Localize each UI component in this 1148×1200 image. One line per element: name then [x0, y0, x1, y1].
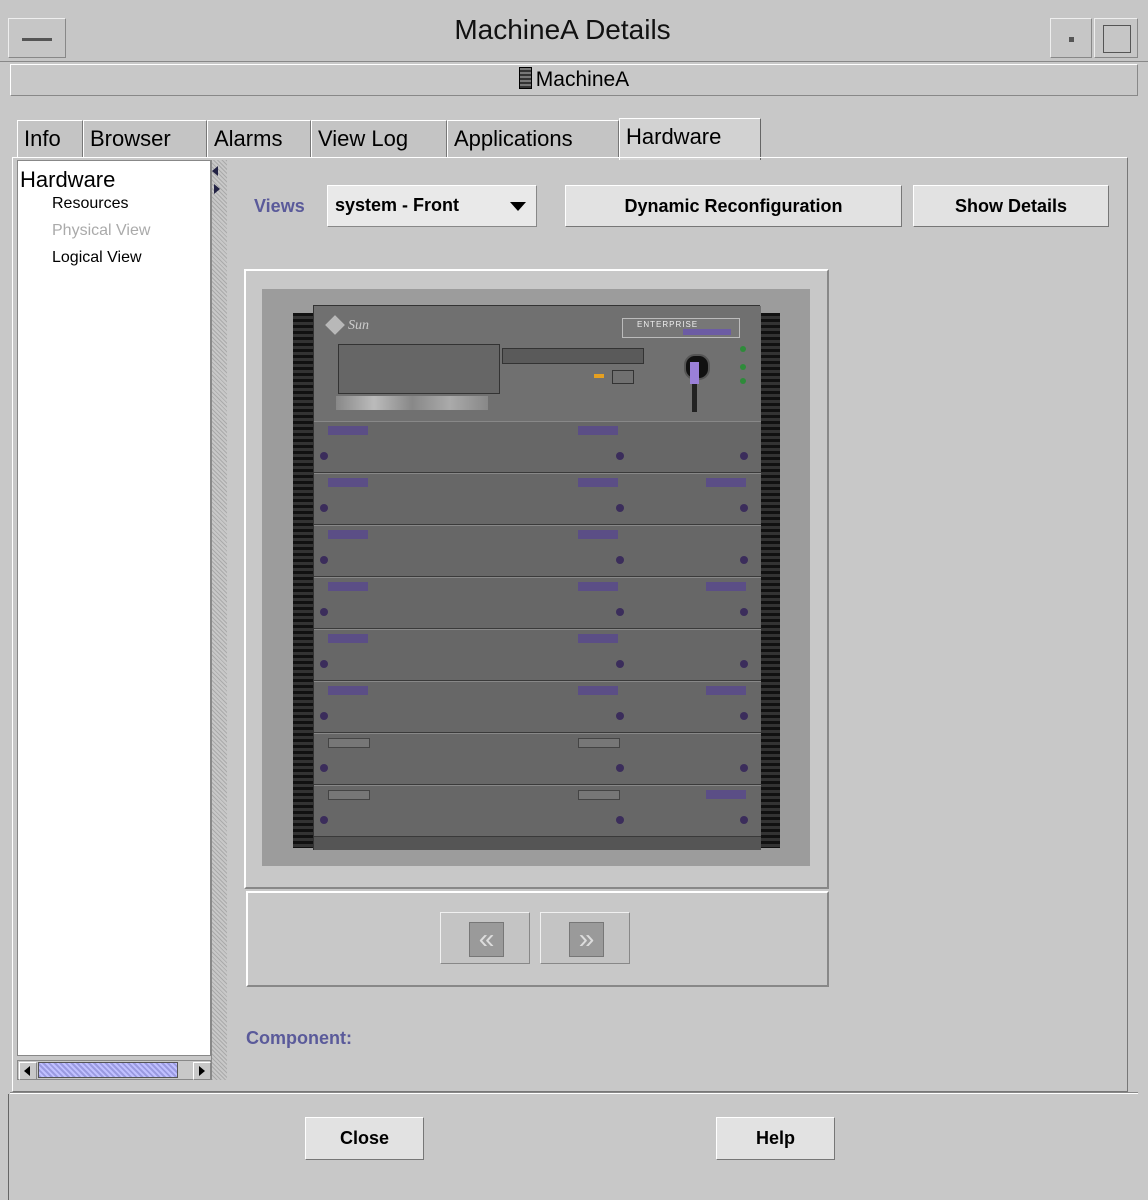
- footer-separator: [10, 1092, 1138, 1094]
- window-menu-button[interactable]: [8, 18, 66, 58]
- arrow-left-icon: [24, 1066, 30, 1076]
- collapse-left-icon[interactable]: [212, 166, 218, 176]
- maximize-button[interactable]: [1094, 18, 1138, 58]
- machine-header: MachineA: [10, 64, 1138, 96]
- cabinet-right-rail: [760, 313, 780, 848]
- tab-hardware[interactable]: Hardware: [619, 118, 761, 160]
- board-slot-left-5[interactable]: [314, 629, 632, 681]
- minimize-button[interactable]: [1050, 18, 1092, 58]
- show-details-button[interactable]: Show Details: [913, 185, 1109, 227]
- key-shaft: [692, 384, 697, 412]
- tree-item-logical-view[interactable]: Logical View: [52, 249, 142, 267]
- scroll-right-button[interactable]: [193, 1062, 211, 1080]
- board-slot-right-2[interactable]: [632, 473, 761, 525]
- dynamic-reconfiguration-button[interactable]: Dynamic Reconfiguration: [565, 185, 902, 227]
- led-green-2: [740, 364, 746, 370]
- cd-drive-slot: [502, 348, 644, 364]
- board-slot-right-7[interactable]: [632, 733, 761, 785]
- maximize-icon: [1103, 25, 1131, 53]
- tree-horizontal-scrollbar[interactable]: [17, 1060, 211, 1080]
- component-label: Component:: [246, 1028, 352, 1048]
- model-number-strip: [683, 329, 731, 335]
- air-intake: [336, 396, 488, 410]
- close-button[interactable]: Close: [305, 1117, 424, 1160]
- chevron-left-icon: «: [469, 922, 504, 957]
- views-dropdown[interactable]: system - Front: [327, 185, 537, 227]
- tab-applications[interactable]: Applications: [447, 120, 619, 158]
- board-slot-right-4[interactable]: [632, 577, 761, 629]
- panel-splitter[interactable]: [211, 160, 227, 1080]
- menu-bar-icon: [22, 38, 52, 41]
- led-green-1: [740, 346, 746, 352]
- sun-brand-text: Sun: [348, 318, 369, 333]
- tree-item-resources[interactable]: Resources: [52, 195, 128, 213]
- help-button[interactable]: Help: [716, 1117, 835, 1160]
- expand-right-icon[interactable]: [214, 184, 220, 194]
- board-slot-right-5[interactable]: [632, 629, 761, 681]
- views-selected-value: system - Front: [335, 195, 460, 215]
- status-led-amber: [594, 374, 604, 378]
- window-left-edge: [8, 1094, 10, 1200]
- views-label: Views: [254, 196, 305, 216]
- tree-root-hardware[interactable]: Hardware: [20, 167, 115, 193]
- drive-bay: [338, 344, 500, 394]
- board-slot-right-8[interactable]: [632, 785, 761, 837]
- server-cabinet-front[interactable]: Sun ENTERPRISE: [313, 305, 761, 850]
- server-icon: [518, 67, 532, 89]
- tab-view-log[interactable]: View Log: [311, 120, 447, 158]
- led-green-3: [740, 378, 746, 384]
- board-slot-left-7[interactable]: [314, 733, 632, 785]
- key-icon: [690, 362, 699, 384]
- board-slot-right-6[interactable]: [632, 681, 761, 733]
- image-navigation-panel: [246, 891, 829, 987]
- tab-alarms[interactable]: Alarms: [207, 120, 311, 158]
- board-slot-left-1[interactable]: [314, 421, 632, 473]
- board-slot-left-4[interactable]: [314, 577, 632, 629]
- window-title: MachineA Details: [454, 14, 671, 45]
- enterprise-badge: ENTERPRISE: [622, 318, 740, 338]
- chevron-right-icon: »: [569, 922, 604, 957]
- tab-info[interactable]: Info: [17, 120, 83, 158]
- tab-browser[interactable]: Browser: [83, 120, 207, 158]
- board-slot-left-8[interactable]: [314, 785, 632, 837]
- cabinet-left-rail: [293, 313, 313, 848]
- machine-name: MachineA: [535, 68, 630, 91]
- tree-item-physical-view: Physical View: [52, 222, 151, 239]
- board-slot-left-2[interactable]: [314, 473, 632, 525]
- arrow-right-icon: [199, 1066, 205, 1076]
- board-slot-left-3[interactable]: [314, 525, 632, 577]
- next-view-button[interactable]: »: [540, 912, 630, 964]
- hardware-tree: Hardware Resources Physical View Logical…: [17, 160, 211, 1056]
- previous-view-button[interactable]: «: [440, 912, 530, 964]
- board-slot-left-6[interactable]: [314, 681, 632, 733]
- enterprise-badge-text: ENTERPRISE: [637, 320, 699, 329]
- board-slot-right-3[interactable]: [632, 525, 761, 577]
- eject-button: [612, 370, 634, 384]
- dropdown-caret-icon: [510, 202, 526, 211]
- scroll-left-button[interactable]: [19, 1062, 37, 1080]
- minimize-icon: [1069, 37, 1074, 42]
- board-slot-right-1[interactable]: [632, 421, 761, 473]
- scroll-thumb[interactable]: [38, 1062, 178, 1078]
- cabinet-base: [314, 837, 761, 850]
